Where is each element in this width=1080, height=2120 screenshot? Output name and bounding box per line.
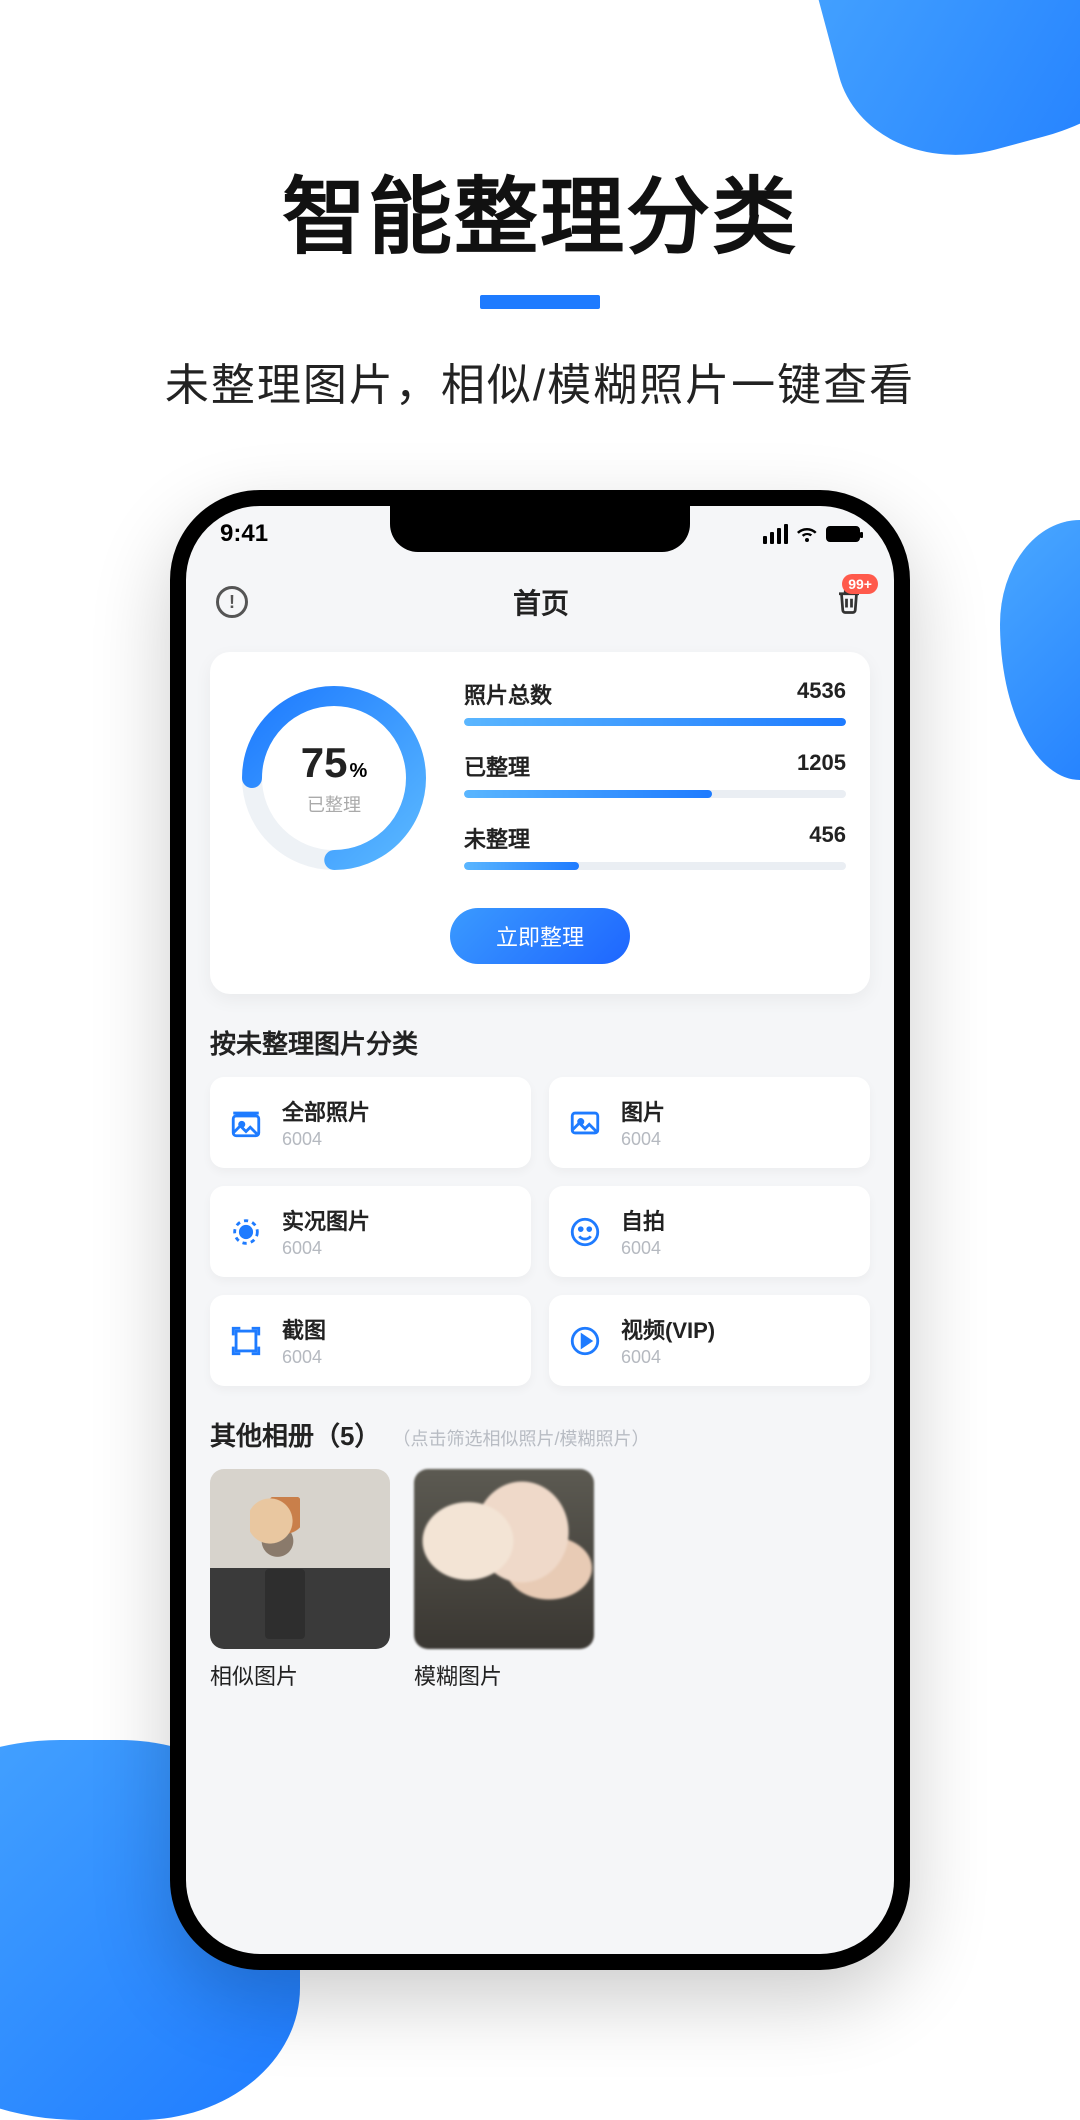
album-blurry[interactable]: 模糊图片 — [414, 1469, 594, 1691]
image-icon — [565, 1103, 605, 1143]
ring-unit: % — [349, 760, 367, 782]
stat-label: 未整理 — [464, 822, 530, 854]
category-selfie[interactable]: 自拍6004 — [549, 1186, 870, 1277]
notch — [390, 506, 690, 552]
stat-value: 4536 — [797, 678, 846, 710]
stat-row: 未整理 456 — [464, 822, 846, 870]
album-similar[interactable]: 相似图片 — [210, 1469, 390, 1691]
page-title: 首页 — [513, 582, 569, 622]
album-thumb — [210, 1469, 390, 1649]
trash-badge: 99+ — [842, 574, 878, 594]
category-count: 6004 — [621, 1238, 665, 1259]
photos-icon — [226, 1103, 266, 1143]
section-title-unsorted: 按未整理图片分类 — [210, 1024, 870, 1061]
ring-label: 已整理 — [307, 791, 361, 817]
phone-frame: 9:41 ! 首页 99+ 75% — [170, 490, 910, 1970]
category-count: 6004 — [282, 1347, 326, 1368]
hero-subtitle: 未整理图片，相似/模糊照片一键查看 — [0, 349, 1080, 413]
trash-button[interactable]: 99+ — [834, 584, 864, 621]
album-label: 相似图片 — [210, 1659, 390, 1691]
stat-value: 456 — [809, 822, 846, 854]
category-label: 截图 — [282, 1313, 326, 1345]
organize-button[interactable]: 立即整理 — [450, 908, 630, 964]
app-header: ! 首页 99+ — [186, 562, 894, 642]
stats-card: 75% 已整理 照片总数4536 已整理1205 未整理456 立即 — [210, 652, 870, 994]
stat-value: 1205 — [797, 750, 846, 782]
screenshot-icon — [226, 1321, 266, 1361]
category-label: 图片 — [621, 1095, 665, 1127]
stat-row: 已整理 1205 — [464, 750, 846, 798]
info-icon[interactable]: ! — [216, 586, 248, 618]
stat-label: 已整理 — [464, 750, 530, 782]
category-label: 视频(VIP) — [621, 1313, 715, 1345]
category-all-photos[interactable]: 全部照片6004 — [210, 1077, 531, 1168]
video-icon — [565, 1321, 605, 1361]
decor-blob — [1000, 520, 1080, 780]
battery-icon — [826, 526, 860, 542]
category-count: 6004 — [282, 1238, 370, 1259]
category-screenshot[interactable]: 截图6004 — [210, 1295, 531, 1386]
album-thumb — [414, 1469, 594, 1649]
stat-row: 照片总数 4536 — [464, 678, 846, 726]
progress-ring: 75% 已整理 — [234, 678, 434, 878]
wifi-icon — [796, 526, 818, 542]
live-icon — [226, 1212, 266, 1252]
selfie-icon — [565, 1212, 605, 1252]
category-count: 6004 — [621, 1347, 715, 1368]
album-label: 模糊图片 — [414, 1659, 594, 1691]
status-time: 9:41 — [220, 520, 268, 548]
section-title-other: 其他相册（5） — [210, 1416, 380, 1453]
hero-title: 智能整理分类 — [0, 150, 1080, 271]
signal-icon — [763, 524, 788, 544]
category-label: 全部照片 — [282, 1095, 370, 1127]
category-label: 实况图片 — [282, 1204, 370, 1236]
category-images[interactable]: 图片6004 — [549, 1077, 870, 1168]
section-hint-other: （点击筛选相似照片/模糊照片） — [392, 1425, 649, 1451]
hero-underline — [480, 295, 600, 309]
category-grid: 全部照片6004 图片6004 实况图片6004 自拍6004 截图6004 视… — [186, 1077, 894, 1386]
category-video[interactable]: 视频(VIP)6004 — [549, 1295, 870, 1386]
category-label: 自拍 — [621, 1204, 665, 1236]
category-count: 6004 — [621, 1129, 665, 1150]
stat-label: 照片总数 — [464, 678, 552, 710]
category-count: 6004 — [282, 1129, 370, 1150]
category-live[interactable]: 实况图片6004 — [210, 1186, 531, 1277]
ring-value: 75 — [301, 739, 348, 786]
